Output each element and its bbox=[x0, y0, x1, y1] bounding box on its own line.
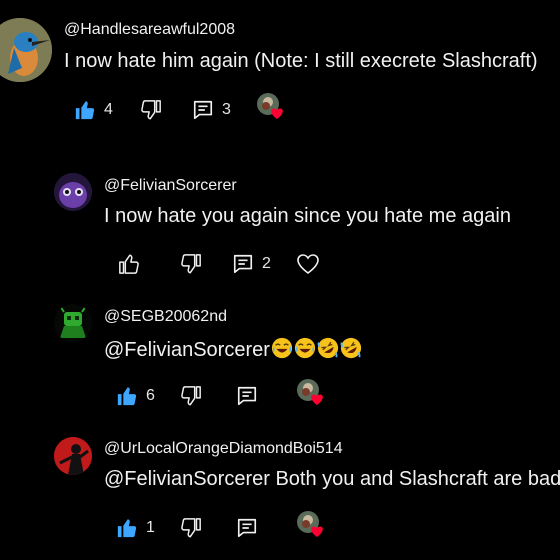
reply-icon bbox=[193, 100, 213, 120]
creator-heart bbox=[296, 378, 326, 408]
comment-author[interactable]: @Handlesareawful2008 bbox=[64, 21, 235, 39]
comment-author[interactable]: @FelivianSorcerer bbox=[104, 177, 237, 195]
comment-actions: 1 bbox=[104, 511, 344, 542]
thumbs-down-icon bbox=[181, 254, 201, 274]
creator-heart bbox=[256, 92, 286, 122]
like-button[interactable] bbox=[118, 250, 140, 278]
reply-button[interactable] bbox=[236, 382, 258, 410]
comment-actions: 2 bbox=[104, 250, 344, 278]
comment-text: @FelivianSorcerer bbox=[104, 337, 362, 362]
avatar[interactable] bbox=[54, 437, 92, 475]
dislike-button[interactable] bbox=[180, 382, 202, 410]
like-count: 4 bbox=[104, 101, 113, 118]
comment-text: @FelivianSorcerer Both you and Slashcraf… bbox=[104, 468, 560, 490]
creator-heart-icon bbox=[297, 511, 323, 537]
reply-icon bbox=[237, 518, 257, 538]
comment-text: I now hate you again since you hate me a… bbox=[104, 205, 511, 227]
avatar[interactable] bbox=[0, 18, 52, 82]
comment-author[interactable]: @UrLocalOrangeDiamondBoi514 bbox=[104, 440, 343, 458]
like-count: 1 bbox=[146, 519, 155, 536]
heart-button[interactable] bbox=[296, 250, 320, 278]
reply-count: 2 bbox=[262, 255, 271, 272]
like-button[interactable]: 1 bbox=[116, 514, 155, 542]
rolling-on-floor-laughing-icon bbox=[317, 337, 339, 359]
creator-heart bbox=[296, 510, 326, 540]
comment: @Handlesareawful2008 I now hate him agai… bbox=[0, 0, 560, 140]
thumbs-up-icon bbox=[75, 101, 95, 120]
face-with-tears-of-joy-icon bbox=[271, 337, 293, 359]
red-silhouette-icon bbox=[54, 437, 92, 475]
avatar[interactable] bbox=[54, 173, 92, 211]
comment-actions: 6 bbox=[104, 379, 344, 410]
purple-creature-icon bbox=[54, 173, 92, 211]
like-count: 6 bbox=[146, 387, 155, 404]
reply-button[interactable]: 2 bbox=[232, 250, 271, 278]
comment-text: I now hate him again (Note: I still exec… bbox=[64, 50, 538, 72]
thumbs-up-icon bbox=[117, 519, 137, 538]
comment-actions: 4 3 bbox=[64, 93, 324, 124]
kingfisher-icon bbox=[0, 18, 52, 82]
reply-button[interactable] bbox=[236, 514, 258, 542]
creator-heart-icon bbox=[297, 379, 323, 405]
like-button[interactable]: 6 bbox=[116, 382, 155, 410]
dislike-button[interactable] bbox=[180, 514, 202, 542]
thumbs-down-icon bbox=[181, 518, 201, 538]
dislike-button[interactable] bbox=[180, 250, 202, 278]
comment: @FelivianSorcerer I now hate you again s… bbox=[0, 160, 560, 290]
like-button[interactable]: 4 bbox=[74, 96, 113, 124]
reply-icon bbox=[233, 254, 253, 274]
mention-link[interactable]: @FelivianSorcerer bbox=[104, 339, 270, 361]
creator-heart-icon bbox=[257, 93, 283, 119]
thumbs-up-icon bbox=[117, 387, 137, 406]
thumbs-down-icon bbox=[141, 100, 161, 120]
comment: @SEGB20062nd @FelivianSorcerer 6 bbox=[0, 290, 560, 420]
thumbs-up-icon bbox=[119, 254, 139, 274]
thumbs-down-icon bbox=[181, 386, 201, 406]
heart-outline-icon bbox=[297, 254, 319, 275]
avatar[interactable] bbox=[54, 304, 92, 342]
reply-button[interactable]: 3 bbox=[192, 96, 231, 124]
green-robot-icon bbox=[54, 304, 92, 342]
rolling-on-floor-laughing-icon bbox=[340, 337, 362, 359]
dislike-button[interactable] bbox=[140, 96, 162, 124]
comment-author[interactable]: @SEGB20062nd bbox=[104, 308, 227, 326]
reply-icon bbox=[237, 386, 257, 406]
reply-count: 3 bbox=[222, 101, 231, 118]
face-with-tears-of-joy-icon bbox=[294, 337, 316, 359]
comment: @UrLocalOrangeDiamondBoi514 @FelivianSor… bbox=[0, 420, 560, 560]
